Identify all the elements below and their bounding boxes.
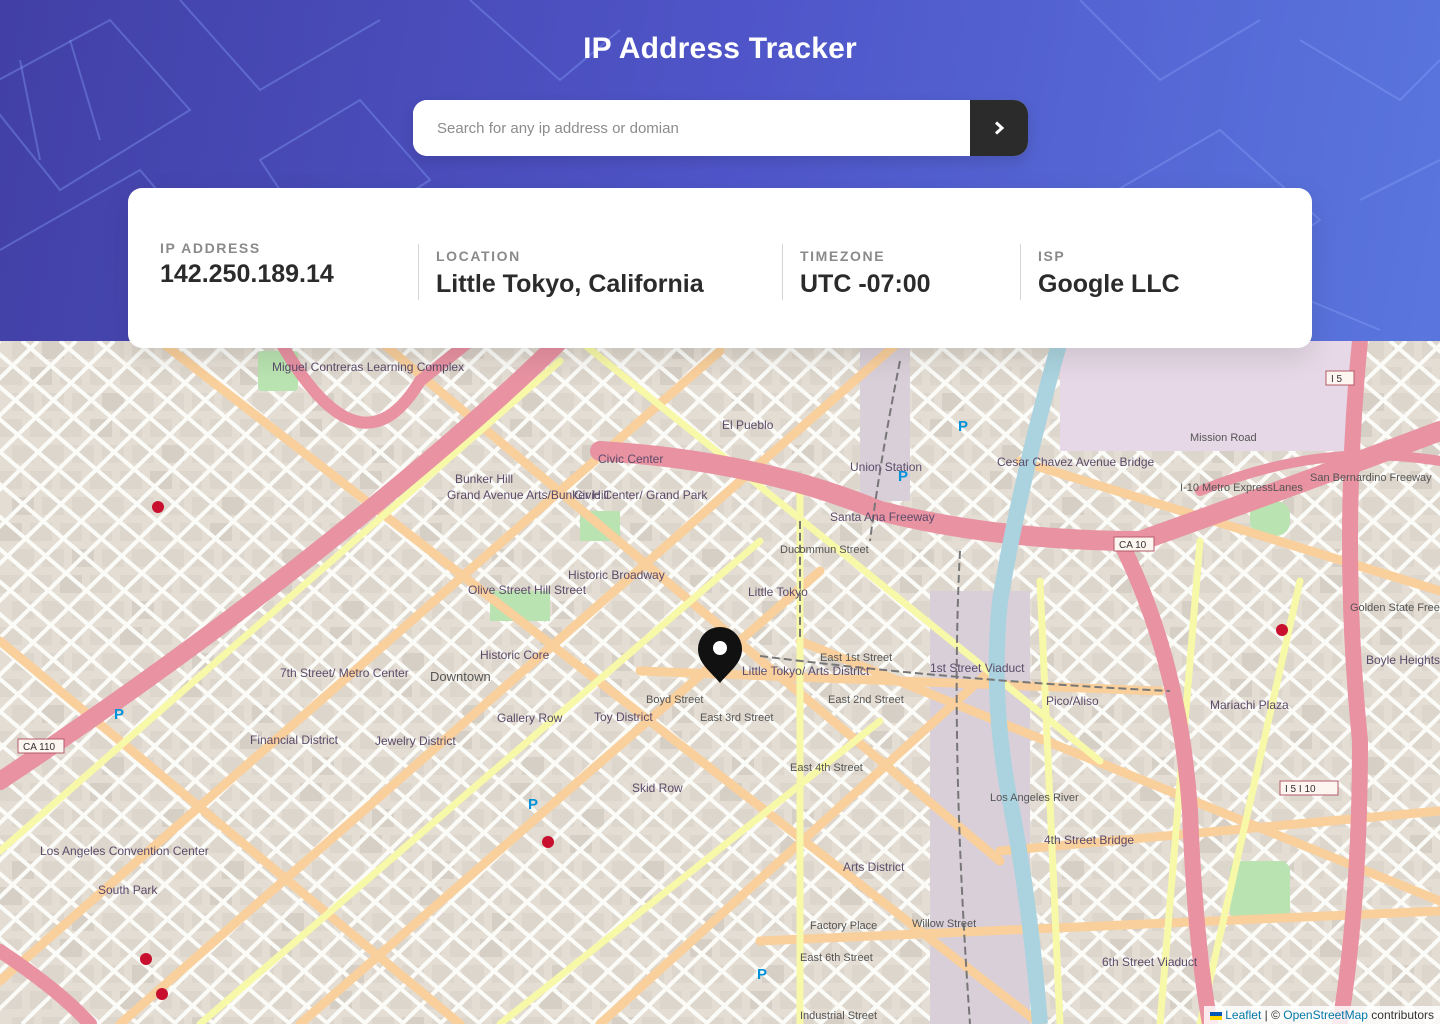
svg-text:P: P	[528, 796, 538, 813]
building-block	[930, 471, 952, 489]
openstreetmap-link[interactable]: OpenStreetMap	[1283, 1008, 1368, 1022]
map-label: Factory Place	[810, 920, 877, 932]
timezone-label: Timezone	[800, 248, 886, 264]
search-bar	[413, 100, 1028, 156]
map-label: Toy District	[594, 710, 653, 724]
building-block	[930, 367, 952, 385]
building-block	[72, 861, 94, 879]
building-block	[1092, 1017, 1114, 1024]
map-label: East 3rd Street	[700, 712, 773, 724]
street-map[interactable]: Civic CenterBunker HillGrand Avenue Arts…	[0, 341, 1440, 1024]
map-label: Historic Broadway	[568, 568, 665, 582]
chevron-right-icon	[994, 121, 1005, 135]
isp-label: ISP	[1038, 248, 1066, 264]
map-label: Los Angeles River	[990, 792, 1079, 804]
map-label: 7th Street/ Metro Center	[280, 666, 409, 680]
map-label: I-10 Metro ExpressLanes	[1180, 482, 1303, 494]
map-label: East 4th Street	[790, 762, 863, 774]
map-label: Financial District	[250, 733, 339, 747]
building-block	[360, 471, 382, 489]
building-block	[522, 1017, 544, 1024]
map-label: Civic Center/ Grand Park	[574, 488, 708, 502]
divider	[418, 244, 419, 300]
map-label: Industrial Street	[800, 1010, 877, 1022]
map-label: East 1st Street	[820, 652, 892, 664]
ukraine-flag-icon	[1210, 1011, 1223, 1020]
map-label: Civic Center	[598, 452, 663, 466]
building-block	[300, 679, 322, 697]
map-label: Boyd Street	[646, 694, 703, 706]
building-block	[900, 835, 922, 853]
map-label: El Pueblo	[722, 418, 774, 432]
location-value: Little Tokyo, California	[436, 270, 704, 298]
map-label: Willow Street	[912, 918, 976, 930]
route-badge-label: I 5	[1331, 374, 1343, 385]
map-label: 6th Street Viaduct	[1102, 955, 1198, 969]
map-label: Gallery Row	[497, 711, 563, 725]
building-block	[612, 965, 634, 983]
isp-value: Google LLC	[1038, 270, 1180, 298]
map-label: Miguel Contreras Learning Complex	[272, 360, 464, 374]
building-block	[360, 627, 382, 645]
isp-section: ISP Google LLC	[1038, 248, 1180, 299]
building-block	[960, 367, 982, 385]
location-label: Location	[436, 248, 521, 264]
map-label: Pico/Aliso	[1046, 694, 1099, 708]
map-label: Boyle Heights	[1366, 653, 1440, 667]
map-label: Little Tokyo	[748, 585, 808, 599]
building-block	[330, 575, 352, 593]
map-label: 4th Street Bridge	[1044, 833, 1134, 847]
map-label: Olive Street Hill Street	[468, 583, 587, 597]
map-label: South Park	[98, 883, 158, 897]
attribution-suffix: contributors	[1367, 1008, 1434, 1022]
route-badge-label: CA 110	[23, 742, 55, 753]
map-label: Cesar Chavez Avenue Bridge	[997, 455, 1155, 469]
leaflet-link[interactable]: Leaflet	[1225, 1008, 1261, 1022]
map-label: Bunker Hill	[455, 472, 513, 486]
building-block	[222, 1017, 244, 1024]
map-container[interactable]: Civic Center Bunker Hill Grand Avenue Arts…	[0, 341, 1440, 1024]
map-label: 1st Street Viaduct	[930, 661, 1025, 675]
divider	[782, 244, 783, 300]
page-title: IP Address Tracker	[583, 32, 857, 65]
attribution-separator: | ©	[1261, 1008, 1284, 1022]
map-label: Downtown	[430, 669, 491, 684]
route-badge-label: CA 10	[1119, 540, 1147, 551]
map-label: East 6th Street	[800, 952, 873, 964]
search-input[interactable]	[413, 100, 970, 156]
map-label: Arts District	[843, 860, 905, 874]
svg-text:P: P	[898, 468, 908, 485]
building-block	[990, 367, 1012, 385]
building-block	[900, 575, 922, 593]
map-label: Los Angeles Convention Center	[40, 844, 209, 858]
map-label: Ducommun Street	[780, 544, 869, 556]
timezone-value: UTC -07:00	[800, 270, 931, 298]
map-label: East 2nd Street	[828, 694, 904, 706]
timezone-section: Timezone UTC -07:00	[800, 248, 931, 299]
map-attribution: Leaflet | © OpenStreetMap contributors	[1204, 1006, 1440, 1024]
location-section: Location Little Tokyo, California	[436, 248, 704, 299]
svg-text:P: P	[114, 706, 124, 723]
map-label: Mariachi Plaza	[1210, 698, 1289, 712]
map-label: Santa Ana Freeway	[830, 510, 935, 524]
svg-text:P: P	[958, 418, 968, 435]
map-label: San Bernardino Freeway	[1310, 472, 1432, 484]
ip-info-card: IP Address 142.250.189.14 Location Littl…	[128, 188, 1312, 348]
map-label: Golden State Freeway	[1350, 602, 1440, 614]
map-label: Little Tokyo/ Arts District	[742, 664, 870, 678]
building-block	[642, 861, 664, 879]
ip-address-label: IP Address	[160, 240, 261, 256]
map-label: Union Station	[850, 460, 922, 474]
svg-text:P: P	[757, 966, 767, 983]
ip-address-section: IP Address 142.250.189.14	[160, 240, 334, 289]
divider	[1020, 244, 1021, 300]
map-label: Historic Core	[480, 648, 550, 662]
building-block	[372, 1017, 394, 1024]
search-submit-button[interactable]	[970, 100, 1028, 156]
map-label: Mission Road	[1190, 432, 1257, 444]
map-label: Jewelry District	[375, 734, 456, 748]
route-badge-label: I 5 I 10	[1285, 784, 1316, 795]
ip-address-value: 142.250.189.14	[160, 260, 334, 288]
map-label: Skid Row	[632, 781, 683, 795]
